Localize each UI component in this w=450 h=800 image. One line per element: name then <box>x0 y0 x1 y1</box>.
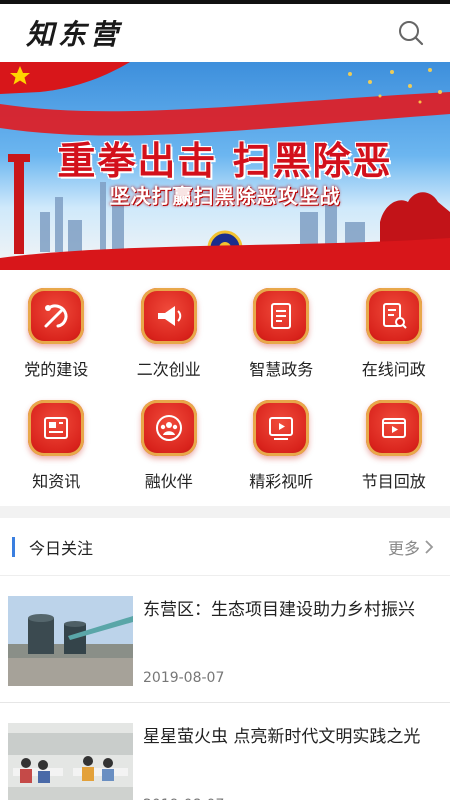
more-link[interactable]: 更多 <box>388 535 434 559</box>
news-item[interactable]: 东营区：生态项目建设助力乡村振兴 2019-08-07 <box>0 576 450 703</box>
grid-item-news[interactable]: 知资讯 <box>0 392 113 500</box>
document-search-icon <box>365 288 422 344</box>
grid-label: 融伙伴 <box>144 472 193 491</box>
grid-item-second-startup[interactable]: 二次创业 <box>113 280 226 388</box>
grid-label: 节目回放 <box>361 472 426 491</box>
chevron-right-icon <box>425 539 434 554</box>
grid-label: 精彩视听 <box>249 472 314 491</box>
app-logo: 知东营 <box>26 18 123 51</box>
document-edit-icon <box>253 288 310 344</box>
grid-item-smart-government[interactable]: 智慧政务 <box>225 280 338 388</box>
today-focus-section: 今日关注 更多 东营区：生态项目建设助力乡村振兴 2019-08-07 星星萤火… <box>0 518 450 800</box>
search-button[interactable] <box>396 18 426 48</box>
banner-carousel[interactable]: 重拳出击 扫黑除恶 坚决打赢扫黑除恶攻坚战 <box>0 62 450 270</box>
app-header: 知东营 <box>0 4 450 62</box>
group-icon <box>140 400 197 456</box>
grid-label: 党的建设 <box>24 360 89 379</box>
grid-label: 二次创业 <box>136 360 201 379</box>
grid-label: 智慧政务 <box>249 360 314 379</box>
grid-item-replay[interactable]: 节目回放 <box>338 392 450 500</box>
more-label: 更多 <box>387 538 420 558</box>
section-title-text: 今日关注 <box>29 538 94 558</box>
banner-subline: 坚决打赢扫黑除恶攻坚战 <box>109 184 341 208</box>
section-header: 今日关注 更多 <box>0 518 450 576</box>
grid-item-online-inquiry[interactable]: 在线问政 <box>338 280 450 388</box>
grid-label: 知资讯 <box>32 472 81 491</box>
feature-grid: 党的建设 二次创业 智慧政务 在线问政 知资讯 融伙伴 精彩视听 节目回放 <box>0 270 450 506</box>
film-replay-icon <box>365 400 422 456</box>
grid-item-partners[interactable]: 融伙伴 <box>113 392 226 500</box>
news-title: 东营区：生态项目建设助力乡村振兴 <box>143 600 415 620</box>
section-title: 今日关注 <box>12 535 93 559</box>
party-emblem-icon <box>28 288 85 344</box>
news-thumbnail <box>8 596 133 686</box>
search-icon <box>399 21 424 46</box>
banner-headline: 重拳出击 扫黑除恶 <box>57 139 393 183</box>
title-accent-bar <box>12 536 15 557</box>
video-player-icon <box>253 400 310 456</box>
news-thumbnail <box>8 723 133 800</box>
megaphone-icon <box>140 288 197 344</box>
news-icon <box>28 400 85 456</box>
news-title: 星星萤火虫 点亮新时代文明实践之光 <box>143 727 421 747</box>
grid-label: 在线问政 <box>361 360 426 379</box>
grid-item-party-building[interactable]: 党的建设 <box>0 280 113 388</box>
news-date: 2019-08-07 <box>143 670 225 686</box>
grid-item-audio-video[interactable]: 精彩视听 <box>225 392 338 500</box>
news-item[interactable]: 星星萤火虫 点亮新时代文明实践之光 2019-08-07 <box>0 703 450 800</box>
